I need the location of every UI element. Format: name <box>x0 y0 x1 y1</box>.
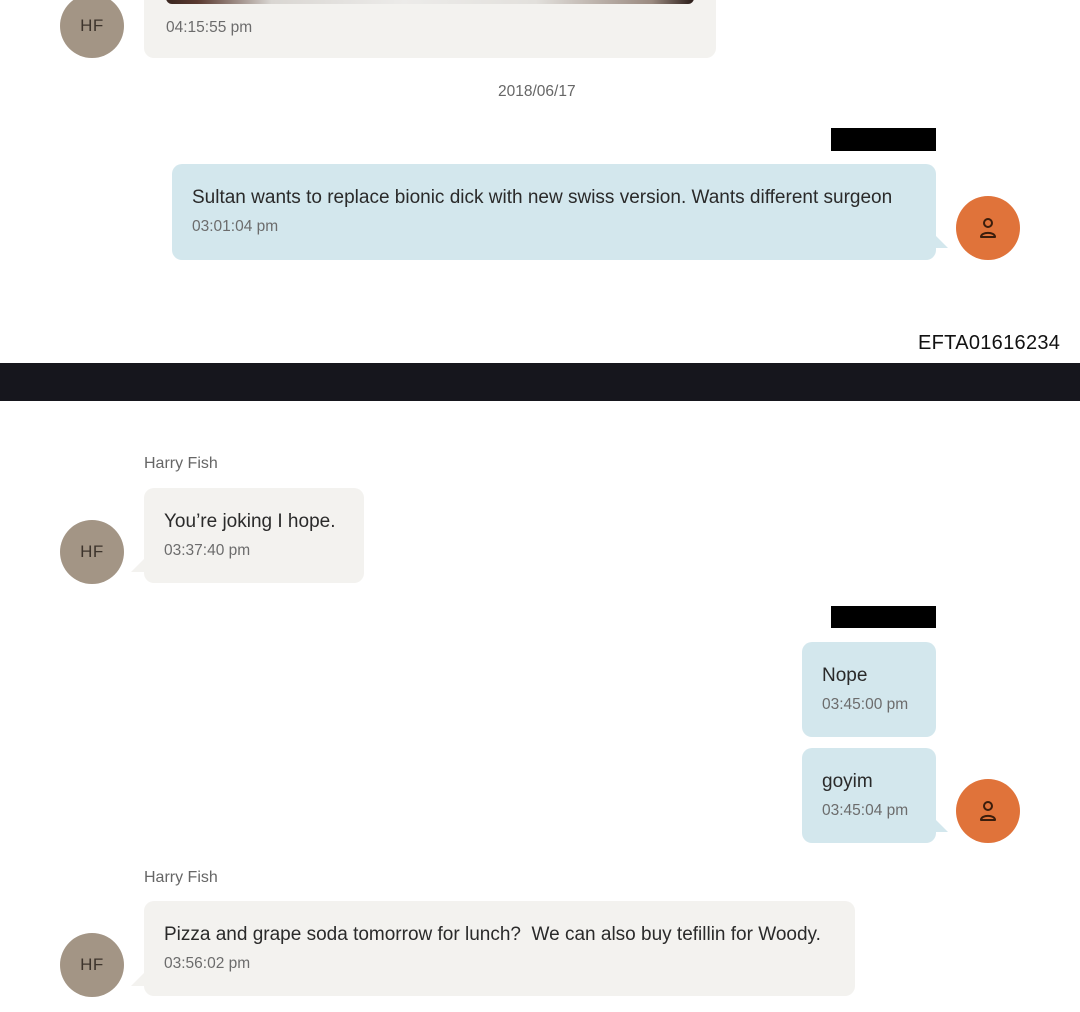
redacted-sender-name <box>831 128 936 151</box>
user-avatar[interactable] <box>956 779 1020 843</box>
bubble-tail <box>131 972 145 986</box>
contact-avatar[interactable]: HF <box>60 0 124 58</box>
avatar-initials: HF <box>80 955 104 974</box>
message-timestamp: 03:01:04 pm <box>192 218 279 235</box>
sender-name: Harry Fish <box>144 455 218 472</box>
redacted-sender-name <box>831 606 936 628</box>
message-bubble-incoming[interactable]: Pizza and grape soda tomorrow for lunch?… <box>144 901 855 996</box>
avatar-initials: HF <box>80 16 104 35</box>
message-text: Pizza and grape soda tomorrow for lunch?… <box>164 924 821 945</box>
date-separator: 2018/06/17 <box>498 83 576 100</box>
contact-avatar[interactable]: HF <box>60 933 124 997</box>
page-divider-bar <box>0 363 1080 401</box>
message-bubble-incoming[interactable]: 04:15:55 pm <box>144 0 716 58</box>
bubble-tail <box>934 234 948 248</box>
attached-image-thumbnail[interactable] <box>166 0 694 4</box>
message-text: Sultan wants to replace bionic dick with… <box>192 187 893 208</box>
message-timestamp: 03:45:04 pm <box>822 802 909 819</box>
message-bubble-outgoing[interactable]: Nope 03:45:00 pm <box>802 642 936 737</box>
message-text: You’re joking I hope. <box>164 511 336 532</box>
bubble-tail <box>131 558 145 572</box>
message-bubble-incoming[interactable]: You’re joking I hope. 03:37:40 pm <box>144 488 364 583</box>
person-outline-icon <box>980 801 996 821</box>
avatar-initials: HF <box>80 542 104 561</box>
message-text: Nope <box>822 665 868 686</box>
message-timestamp: 03:56:02 pm <box>164 955 251 972</box>
person-outline-icon <box>980 218 996 238</box>
message-bubble-outgoing[interactable]: Sultan wants to replace bionic dick with… <box>172 164 936 260</box>
message-timestamp: 04:15:55 pm <box>166 19 253 36</box>
user-avatar[interactable] <box>956 196 1020 260</box>
message-bubble-outgoing[interactable]: goyim 03:45:04 pm <box>802 748 936 843</box>
sender-name: Harry Fish <box>144 869 218 886</box>
message-timestamp: 03:37:40 pm <box>164 542 251 559</box>
document-id: EFTA01616234 <box>918 332 1061 354</box>
bubble-tail <box>934 818 948 832</box>
message-text: goyim <box>822 771 873 792</box>
contact-avatar[interactable]: HF <box>60 520 124 584</box>
message-timestamp: 03:45:00 pm <box>822 696 909 713</box>
